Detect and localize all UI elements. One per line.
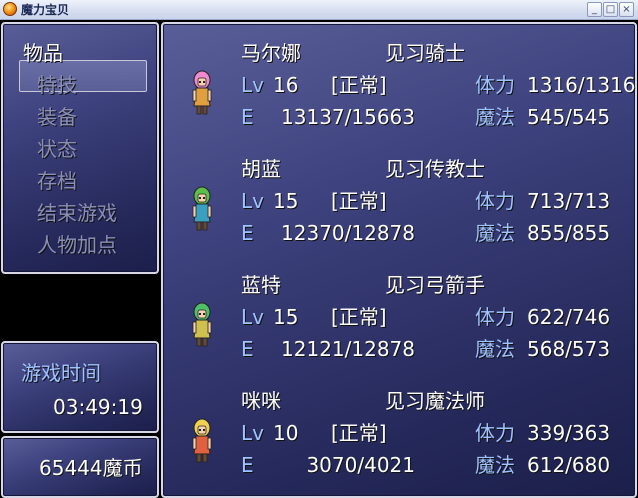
exp-label: E — [241, 105, 254, 129]
mp-label: 魔法 — [475, 453, 515, 477]
playtime-window: 游戏时间 03:49:19 — [1, 341, 159, 433]
member-mp: 612/680 — [527, 453, 611, 477]
gold-window: 65444魔币 — [1, 436, 159, 498]
hp-label: 体力 — [475, 73, 515, 97]
member-exp: 12370/12878 — [281, 221, 415, 245]
minimize-button[interactable]: _ — [587, 2, 602, 17]
mp-label: 魔法 — [475, 105, 515, 129]
member-state: [正常] — [331, 305, 387, 329]
gold-value: 65444 — [39, 456, 103, 480]
member-state: [正常] — [331, 189, 387, 213]
character-sprite-icon — [192, 302, 212, 347]
member-exp: 12121/12878 — [281, 337, 415, 361]
menu-item-add-points[interactable]: 人物加点 — [37, 233, 117, 257]
menu-item-skills[interactable]: 特技 — [37, 73, 77, 97]
character-sprite-icon — [192, 70, 212, 115]
menu-item-status[interactable]: 状态 — [37, 137, 77, 161]
member-hp: 713/713 — [527, 189, 611, 213]
member-hp: 339/363 — [527, 421, 611, 445]
member-hp: 622/746 — [527, 305, 611, 329]
member-level: 16 — [273, 73, 299, 97]
character-sprite-icon — [192, 186, 212, 231]
mp-label: 魔法 — [475, 221, 515, 245]
menu-item-save[interactable]: 存档 — [37, 169, 77, 193]
party-status-window: 马尔娜 见习骑士 Lv 16 [正常] 体力 1316/1316 E 13137/15663 魔法… — [161, 22, 637, 498]
member-name: 咪咪 — [241, 389, 281, 413]
level-label: Lv — [241, 421, 264, 445]
hp-label: 体力 — [475, 305, 515, 329]
playtime-value: 03:49:19 — [53, 395, 143, 419]
gold-unit: 魔币 — [102, 456, 143, 480]
member-name: 蓝特 — [241, 273, 281, 297]
party-member-row[interactable]: 胡蓝 见习传教士 Lv 15 [正常] 体力 713/713 E 12370/12878 魔法 85… — [163, 140, 635, 256]
member-class: 见习骑士 — [385, 41, 465, 65]
member-level: 15 — [273, 305, 299, 329]
level-label: Lv — [241, 189, 264, 213]
party-member-row[interactable]: 咪咪 见习魔法师 Lv 10 [正常] 体力 339/363 E 3070/4021 魔法 612/… — [163, 372, 635, 488]
mp-label: 魔法 — [475, 337, 515, 361]
member-name: 马尔娜 — [241, 41, 301, 65]
member-state: [正常] — [331, 73, 387, 97]
member-mp: 855/855 — [527, 221, 611, 245]
character-sprite-icon — [192, 418, 212, 463]
title-bar: 魔力宝贝 _ □ × — [0, 0, 638, 20]
exp-label: E — [241, 337, 254, 361]
member-state: [正常] — [331, 421, 387, 445]
level-label: Lv — [241, 73, 264, 97]
menu-item-end-game[interactable]: 结束游戏 — [37, 201, 117, 225]
menu-item-equip[interactable]: 装备 — [37, 105, 77, 129]
menu-item-items[interactable]: 物品 — [23, 41, 63, 65]
party-member-row[interactable]: 蓝特 见习弓箭手 Lv 15 [正常] 体力 622/746 E 12121/12878 魔法 56… — [163, 256, 635, 372]
member-level: 10 — [273, 421, 299, 445]
member-class: 见习传教士 — [385, 157, 485, 181]
party-member-row[interactable]: 马尔娜 见习骑士 Lv 16 [正常] 体力 1316/1316 E 13137/15663 魔法… — [163, 24, 636, 140]
member-exp: 13137/15663 — [281, 105, 415, 129]
hp-label: 体力 — [475, 421, 515, 445]
playtime-label: 游戏时间 — [21, 361, 101, 385]
exp-label: E — [241, 453, 254, 477]
member-hp: 1316/1316 — [527, 73, 636, 97]
member-level: 15 — [273, 189, 299, 213]
member-exp: 3070/4021 — [306, 453, 415, 477]
close-button[interactable]: × — [619, 2, 634, 17]
exp-label: E — [241, 221, 254, 245]
window-title: 魔力宝贝 — [21, 3, 70, 17]
app-orb-icon — [3, 2, 17, 16]
member-class: 见习魔法师 — [385, 389, 485, 413]
hp-label: 体力 — [475, 189, 515, 213]
member-name: 胡蓝 — [241, 157, 281, 181]
gold-amount: 65444魔币 — [39, 456, 143, 480]
command-menu: 物品 特技 装备 状态 存档 结束游戏 人物加点 — [1, 22, 159, 274]
maximize-button[interactable]: □ — [603, 2, 618, 17]
level-label: Lv — [241, 305, 264, 329]
member-mp: 545/545 — [527, 105, 611, 129]
member-class: 见习弓箭手 — [385, 273, 485, 297]
member-mp: 568/573 — [527, 337, 611, 361]
